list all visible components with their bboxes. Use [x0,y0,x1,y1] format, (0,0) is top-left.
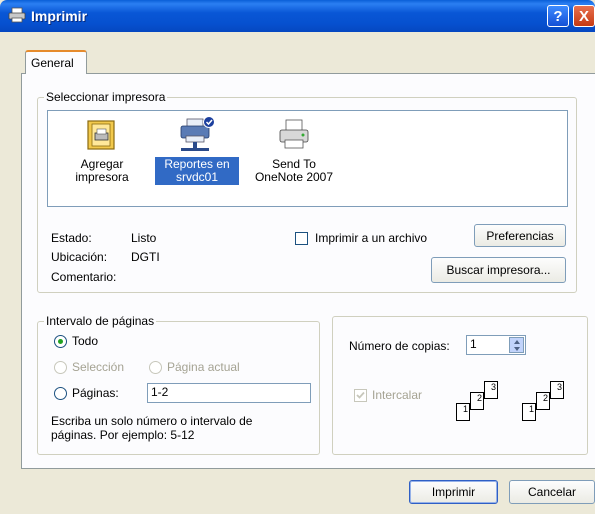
radio-selection[interactable] [54,361,67,374]
find-printer-button[interactable]: Buscar impresora... [431,257,566,283]
radio-all[interactable] [54,335,67,348]
location-label: Ubicación: [51,250,108,264]
radio-pages[interactable] [54,387,67,400]
printer-list[interactable]: Agregar impresora Reportes en srvdc01 Se… [47,110,568,207]
radio-current-page[interactable] [149,361,162,374]
find-printer-button-label: Buscar impresora... [446,263,551,277]
help-icon: ? [553,7,563,25]
collate-label[interactable]: Intercalar [372,388,422,402]
print-to-file-label[interactable]: Imprimir a un archivo [315,231,427,245]
status-value: Listo [131,231,157,245]
collate-page: 1 [522,403,536,421]
close-icon: X [578,7,589,25]
printer-icon [279,119,309,149]
window-title: Imprimir [31,8,88,24]
radio-all-label[interactable]: Todo [72,334,98,348]
radio-selection-label[interactable]: Selección [72,360,124,374]
printer-label-line2: impresora [75,170,129,184]
print-button[interactable]: Imprimir [409,480,498,504]
tab-general[interactable]: General [25,50,87,74]
network-printer-icon [180,116,215,151]
copies-label: Número de copias: [349,339,450,353]
comment-label: Comentario: [51,270,117,284]
help-button[interactable]: ? [547,5,569,27]
copies-spinner[interactable] [509,337,524,353]
cancel-button[interactable]: Cancelar [509,480,595,504]
cancel-button-label: Cancelar [527,485,577,499]
printer-item-add[interactable]: Agregar impresora [71,111,133,185]
location-value: DGTI [131,250,160,264]
printer-group-title: Seleccionar impresora [44,90,168,104]
collate-page: 2 [470,392,484,410]
page-range-title: Intervalo de páginas [44,314,157,328]
print-to-file-checkbox[interactable] [295,232,308,245]
radio-current-page-label[interactable]: Página actual [167,360,240,374]
page-range-hint-line2: páginas. Por ejemplo: 5-12 [51,428,195,442]
radio-pages-label[interactable]: Páginas: [72,386,119,400]
preferences-button[interactable]: Preferencias [474,224,566,247]
collate-checkbox[interactable] [354,389,367,402]
page-range-hint-line1: Escriba un solo número o intervalo de [51,414,253,428]
collate-page: 1 [456,403,470,421]
collate-page: 3 [550,381,564,399]
spinner-up-icon[interactable] [514,340,520,344]
radio-selected-dot [58,339,63,344]
printer-label: Reportes en srvdc01 [155,157,239,185]
close-button[interactable]: X [573,5,595,27]
printer-label-line2: srvdc01 [175,170,219,184]
pages-input[interactable]: 1-2 [147,383,311,403]
printer-icon [8,7,26,23]
title-bar[interactable]: Imprimir ? X [0,0,595,32]
checkmark-icon [356,391,365,399]
pages-input-value: 1-2 [151,385,169,399]
print-button-label: Imprimir [431,485,476,499]
copies-input-value: 1 [470,337,477,351]
printer-label: Send To OneNote 2007 [244,157,344,185]
printer-label: Agregar impresora [71,157,133,185]
tab-general-label: General [31,56,74,70]
preferences-button-label: Preferencias [486,228,554,243]
printer-label-line2: OneNote 2007 [254,170,334,184]
printer-item-onenote[interactable]: Send To OneNote 2007 [244,111,344,185]
spinner-down-icon[interactable] [514,347,520,351]
collate-page: 3 [484,381,498,399]
collate-page: 2 [536,392,550,410]
printer-item-reportes[interactable]: Reportes en srvdc01 [155,111,239,185]
add-printer-icon [87,120,115,150]
status-label: Estado: [51,231,92,245]
